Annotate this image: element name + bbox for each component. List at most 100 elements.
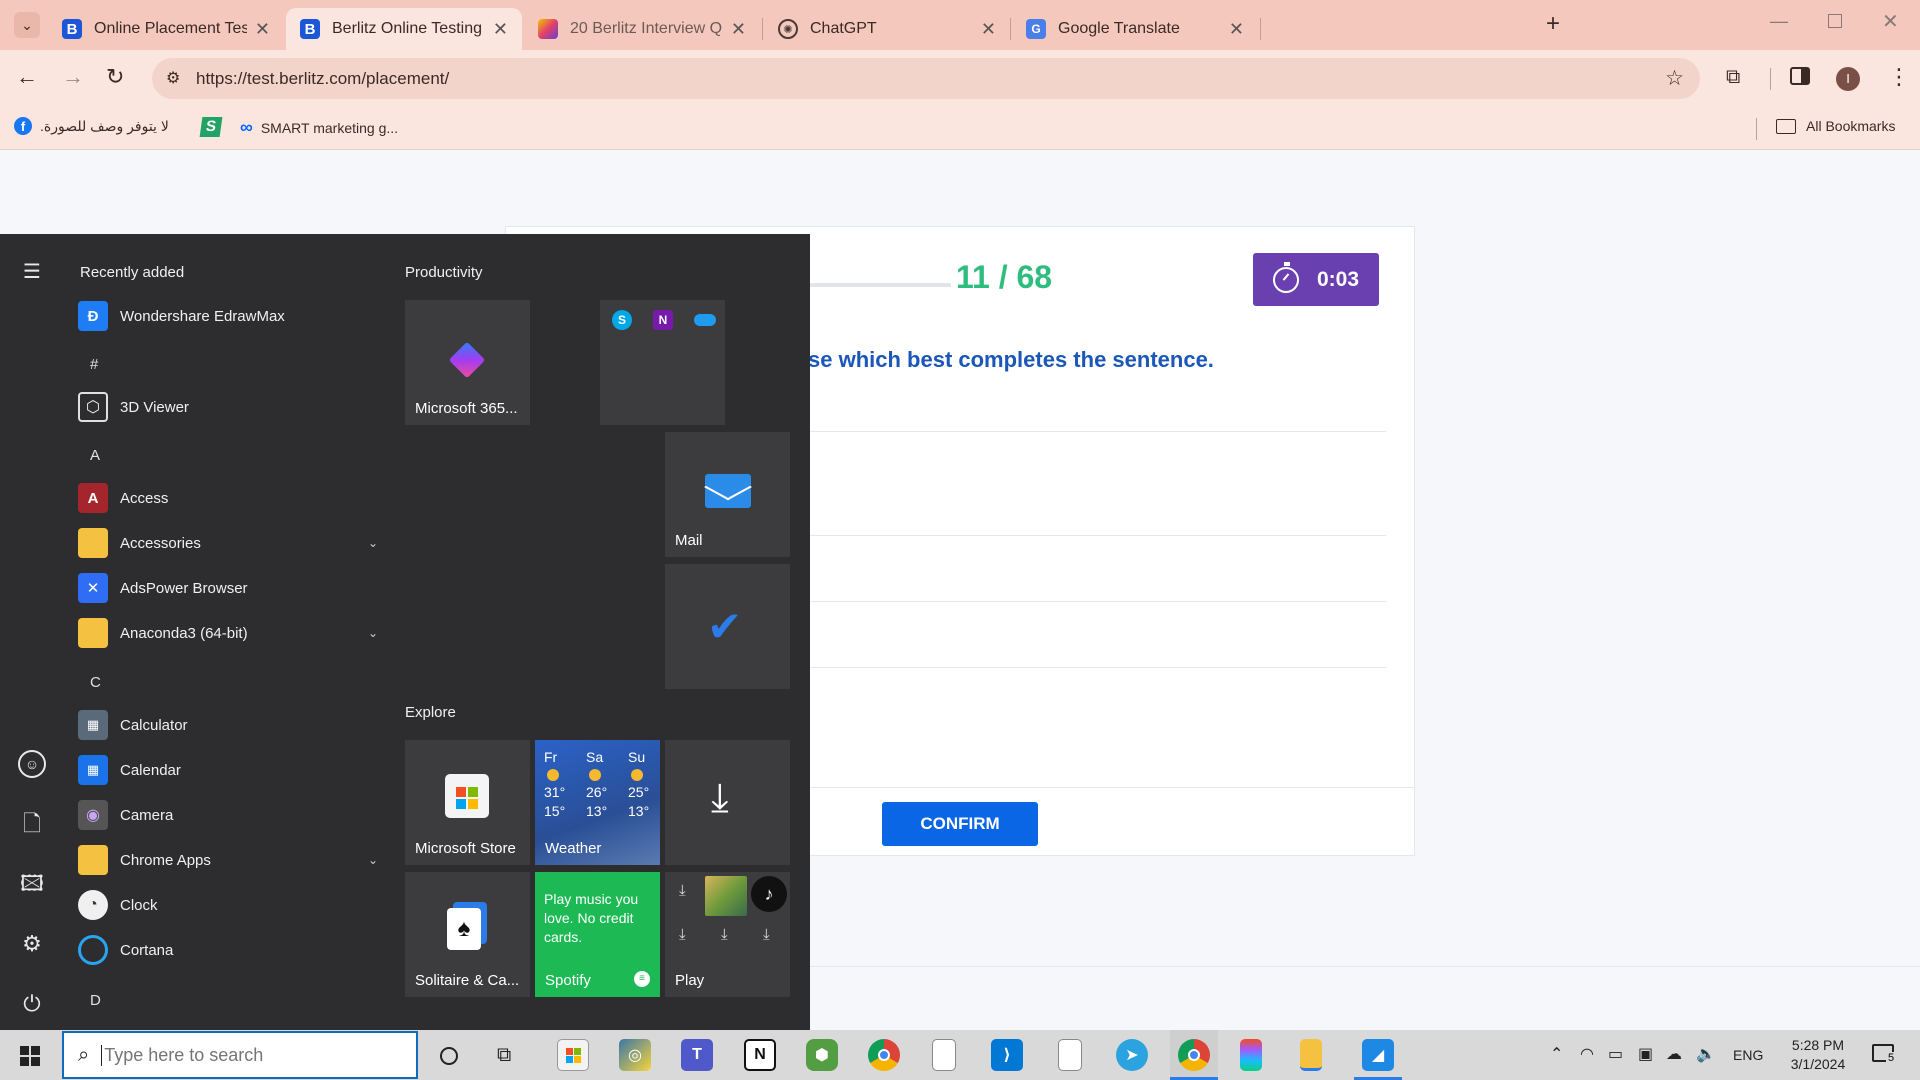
tab-interview-questions[interactable]: 20 Berlitz Interview Questions a ✕	[524, 8, 760, 50]
tile-weather[interactable]: Fr 31° 15° Sa 26° 13° Su 25° 13° Weather	[535, 740, 660, 865]
app-calendar[interactable]: ▦ Calendar	[78, 750, 378, 790]
taskbar-active-chrome[interactable]	[1170, 1030, 1218, 1080]
chevron-down-icon[interactable]: ⌄	[368, 853, 378, 867]
section-letter-c[interactable]: C	[90, 674, 101, 691]
taskbar-active-photos[interactable]: ◢	[1354, 1030, 1402, 1080]
tab-chatgpt[interactable]: ✺ ChatGPT ✕	[764, 8, 1010, 50]
tile-play-folder[interactable]: ⤓ ♪ ⤓ ⤓ ⤓ Play	[665, 872, 790, 997]
tile-solitaire[interactable]: ♠ Solitaire & Ca...	[405, 872, 530, 997]
chevron-down-icon[interactable]: ⌄	[368, 536, 378, 550]
close-icon[interactable]: ✕	[731, 19, 746, 40]
bookmark-s-logo[interactable]: S	[199, 117, 223, 137]
show-hidden-icons-chevron-icon[interactable]: ⌃	[1550, 1044, 1563, 1064]
microsoft-store-taskbar-icon[interactable]	[557, 1039, 589, 1071]
app-camera[interactable]: ◉ Camera	[78, 795, 378, 835]
new-tab-icon[interactable]: +	[1546, 12, 1560, 36]
close-window-icon[interactable]: ✕	[1882, 12, 1899, 32]
chrome-taskbar-icon[interactable]	[868, 1039, 900, 1071]
clock[interactable]: 5:28 PM 3/1/2024	[1780, 1036, 1856, 1074]
app-access[interactable]: A Access	[78, 478, 378, 518]
wifi-icon[interactable]: ◠	[1580, 1044, 1594, 1064]
tab-berlitz-online-testing[interactable]: B Berlitz Online Testing ✕	[286, 8, 522, 50]
tile-download[interactable]: ⤓	[665, 740, 790, 865]
group-explore-label[interactable]: Explore	[405, 704, 456, 721]
section-letter-hash[interactable]: #	[90, 356, 98, 373]
address-bar[interactable]: ⚙ https://test.berlitz.com/placement/ ☆	[152, 58, 1700, 99]
chevron-down-icon[interactable]: ⌄	[368, 626, 378, 640]
close-icon[interactable]: ✕	[1229, 19, 1244, 40]
python-taskbar-icon[interactable]: ◎	[619, 1039, 651, 1071]
file-explorer-taskbar-icon[interactable]	[1300, 1039, 1322, 1071]
all-bookmarks-button[interactable]: All Bookmarks	[1776, 118, 1895, 134]
taskbar-search[interactable]: ⌕	[62, 1031, 418, 1079]
bookmark-star-icon[interactable]: ☆	[1665, 66, 1684, 91]
onedrive-cloud-icon[interactable]: ☁	[1666, 1044, 1682, 1064]
app-anaconda3[interactable]: Anaconda3 (64-bit) ⌄	[78, 613, 378, 653]
telegram-taskbar-icon[interactable]: ➤	[1116, 1039, 1148, 1071]
extensions-icon[interactable]: ⧉	[1726, 67, 1740, 87]
vscode-taskbar-icon[interactable]: ⟩	[991, 1039, 1023, 1071]
site-info-icon[interactable]: ⚙	[166, 68, 180, 88]
section-letter-d[interactable]: D	[90, 992, 101, 1009]
app-3d-viewer[interactable]: ⬡ 3D Viewer	[78, 387, 378, 427]
close-icon[interactable]: ✕	[493, 19, 508, 40]
section-letter-a[interactable]: A	[90, 447, 100, 464]
language-indicator[interactable]: ENG	[1733, 1047, 1763, 1063]
figma-taskbar-icon[interactable]	[1240, 1039, 1262, 1071]
document-taskbar-icon[interactable]	[1058, 1039, 1082, 1071]
close-icon[interactable]: ✕	[255, 19, 270, 40]
back-icon[interactable]: ←	[16, 66, 38, 88]
url-text[interactable]: https://test.berlitz.com/placement/	[196, 69, 449, 89]
volume-icon[interactable]: 🔈	[1696, 1044, 1716, 1064]
settings-gear-icon[interactable]: ⚙	[18, 930, 46, 958]
bookmark-smart-marketing[interactable]: ∞ SMART marketing g...	[240, 117, 398, 138]
tile-spotify[interactable]: Play music you love. No credit cards. Sp…	[535, 872, 660, 997]
app-chrome-apps[interactable]: Chrome Apps ⌄	[78, 840, 378, 880]
reload-icon[interactable]: ↻	[106, 66, 124, 88]
tab-online-placement-test[interactable]: B Online Placement Test | Berlitz ✕	[48, 8, 284, 50]
meet-now-icon[interactable]: ▣	[1638, 1044, 1653, 1064]
tile-microsoft-365[interactable]: Microsoft 365...	[405, 300, 530, 425]
app-cortana[interactable]: Cortana	[78, 930, 378, 970]
forward-icon[interactable]: →	[62, 66, 84, 88]
battery-icon[interactable]: ▭	[1608, 1044, 1623, 1064]
power-icon[interactable]: ⏻	[18, 990, 46, 1018]
group-productivity-label[interactable]: Productivity	[405, 264, 483, 281]
menu-kebab-icon[interactable]: ⋮	[1888, 66, 1910, 88]
tile-todo[interactable]: ✔	[665, 564, 790, 689]
documents-icon[interactable]: 🗋	[18, 810, 46, 838]
tile-microsoft-store[interactable]: Microsoft Store	[405, 740, 530, 865]
weather-day-sa: Sa 26° 13°	[586, 748, 616, 821]
bookmark-facebook[interactable]: f لا يتوفر وصف للصورة.	[14, 117, 169, 135]
tile-label: Mail	[675, 532, 703, 549]
hamburger-menu-icon[interactable]: ☰	[18, 258, 46, 286]
minimize-icon[interactable]: —	[1770, 12, 1788, 30]
app-accessories[interactable]: Accessories ⌄	[78, 523, 378, 563]
app-clock[interactable]: ◔ Clock	[78, 885, 378, 925]
profile-avatar[interactable]: I	[1836, 67, 1860, 91]
browser-toolbar: ← → ↻ ⚙ https://test.berlitz.com/placeme…	[0, 50, 1920, 107]
task-view-icon[interactable]: ⧉	[497, 1044, 511, 1067]
windows-start-icon[interactable]	[20, 1046, 40, 1066]
file-taskbar-icon[interactable]	[932, 1039, 956, 1071]
app-wondershare-edrawmax[interactable]: Ð Wondershare EdrawMax	[78, 296, 378, 336]
side-panel-icon[interactable]	[1790, 67, 1810, 85]
tile-mail[interactable]: Mail	[665, 432, 790, 557]
app-calculator[interactable]: ▦ Calculator	[78, 705, 378, 745]
tab-google-translate[interactable]: G Google Translate ✕	[1012, 8, 1258, 50]
user-account-icon[interactable]: ☺	[18, 750, 46, 778]
restore-icon[interactable]	[1828, 14, 1842, 28]
search-input[interactable]	[101, 1044, 382, 1066]
tile-office-group[interactable]: S N	[600, 300, 725, 425]
close-icon[interactable]: ✕	[981, 19, 996, 40]
tile-label: Weather	[545, 840, 602, 857]
pictures-icon[interactable]: 🖾	[18, 870, 46, 898]
cortana-circle-icon[interactable]	[440, 1047, 458, 1065]
tab-search-icon[interactable]: ⌄	[14, 12, 40, 38]
confirm-button[interactable]: CONFIRM	[882, 802, 1038, 846]
app-adspower-browser[interactable]: ✕ AdsPower Browser	[78, 568, 378, 608]
nodejs-taskbar-icon[interactable]: ⬢	[806, 1039, 838, 1071]
teams-taskbar-icon[interactable]: T	[681, 1039, 713, 1071]
notion-taskbar-icon[interactable]: N	[744, 1039, 776, 1071]
notification-center-icon[interactable]: 5	[1872, 1044, 1897, 1064]
